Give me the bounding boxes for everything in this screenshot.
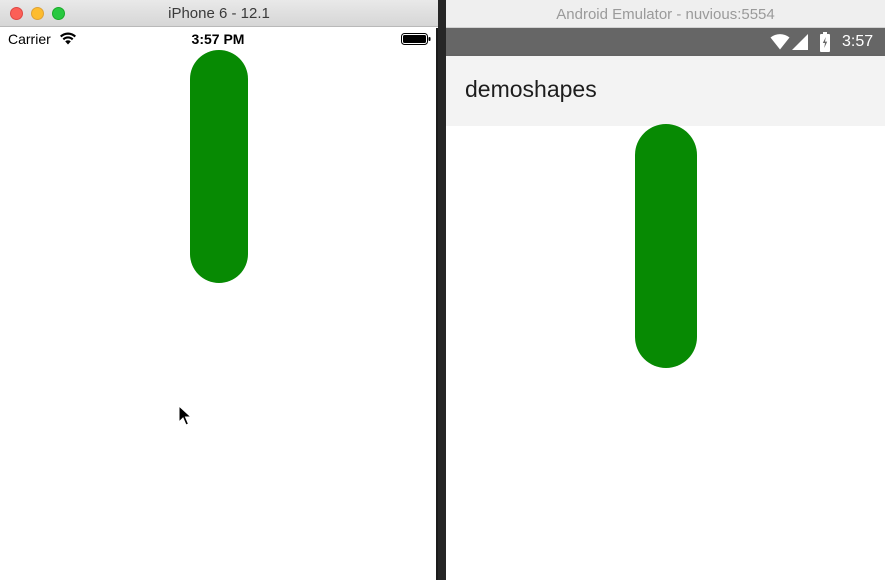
android-window-title: Android Emulator - nuvious:5554 [556, 6, 775, 23]
window-gap [438, 0, 446, 580]
android-clock: 3:57 [842, 33, 874, 50]
app-title: demoshapes [465, 76, 597, 102]
desktop-stage: iPhone 6 - 12.1 Carrier 3:57 PM Android … [0, 0, 885, 580]
android-status-bar: 3:57 [446, 28, 885, 56]
ios-simulator-window: iPhone 6 - 12.1 Carrier 3:57 PM [0, 0, 438, 580]
battery-icon [401, 33, 431, 45]
ios-screen[interactable]: Carrier 3:57 PM [0, 28, 438, 580]
ios-clock: 3:57 PM [191, 31, 245, 47]
ios-window-titlebar[interactable]: iPhone 6 - 12.1 [0, 0, 438, 27]
ios-window-title: iPhone 6 - 12.1 [168, 5, 270, 22]
ios-green-rounded-shape [190, 50, 248, 283]
android-window-titlebar[interactable]: Android Emulator - nuvious:5554 [446, 0, 885, 28]
android-emulator-window: Android Emulator - nuvious:5554 3:57 dem… [446, 0, 885, 580]
android-green-rounded-shape [635, 124, 697, 368]
battery-icon [820, 32, 830, 52]
cell-signal-icon [792, 34, 808, 50]
ios-status-bar: Carrier 3:57 PM [0, 28, 436, 50]
android-app-bar: demoshapes [446, 56, 885, 126]
mouse-cursor-icon [178, 405, 192, 426]
android-content-area[interactable] [446, 124, 885, 580]
wifi-icon [770, 34, 790, 50]
